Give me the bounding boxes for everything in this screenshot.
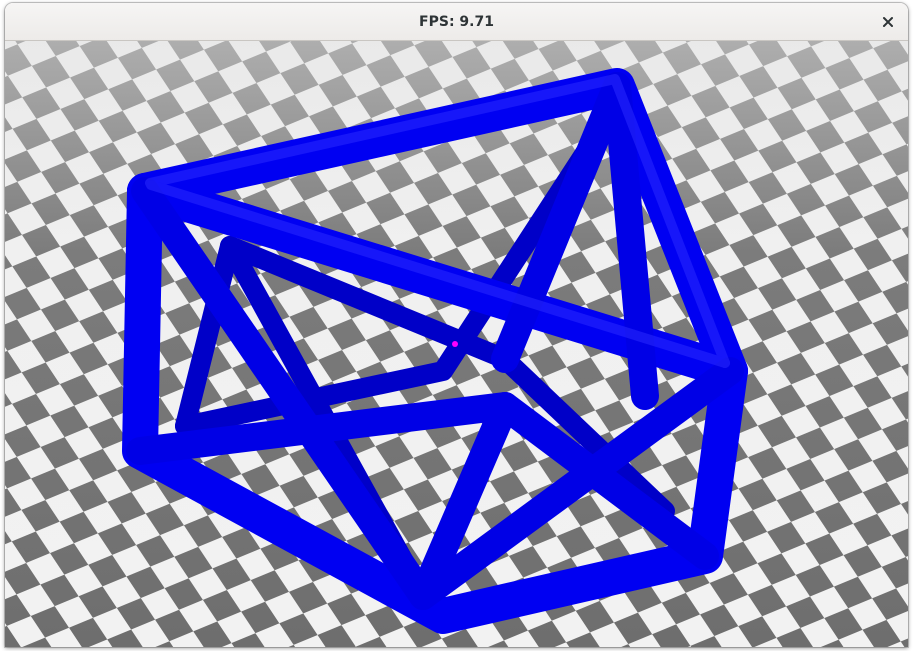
window-title: FPS: 9.71 bbox=[419, 14, 494, 30]
app-window: FPS: 9.71 bbox=[5, 3, 908, 647]
close-icon bbox=[883, 17, 893, 27]
target-marker bbox=[452, 341, 458, 347]
3d-viewport[interactable] bbox=[5, 41, 908, 647]
title-bar[interactable]: FPS: 9.71 bbox=[5, 3, 908, 41]
close-button[interactable] bbox=[876, 10, 900, 34]
